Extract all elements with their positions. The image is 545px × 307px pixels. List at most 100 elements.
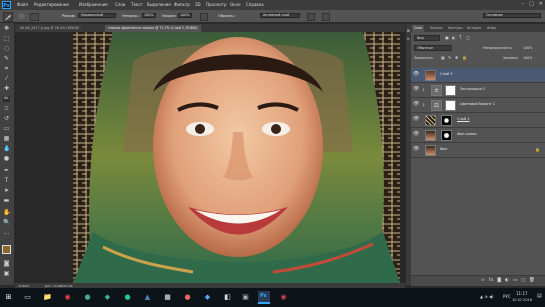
visibility-eye-icon[interactable]: 👁 bbox=[413, 117, 419, 122]
layer-row[interactable]: 👁 Фон 🔒 bbox=[411, 143, 545, 158]
tool-preset-picker[interactable] bbox=[3, 12, 13, 22]
quick-mask-icon[interactable]: ◙ bbox=[3, 261, 10, 267]
screen-mode-icon[interactable]: ▣ bbox=[3, 271, 10, 277]
layer-row[interactable]: 👁 ↓ ± Экспозиция 1 bbox=[411, 83, 545, 98]
kind-filter-select[interactable]: Вид bbox=[414, 35, 440, 41]
foreground-color-swatch[interactable] bbox=[2, 245, 11, 254]
filter-shape-icon[interactable]: ▢ bbox=[466, 35, 470, 40]
marquee-tool-icon[interactable]: ⬚ bbox=[3, 36, 10, 42]
brush-panel-toggle[interactable] bbox=[30, 13, 39, 21]
filter-pixel-icon[interactable]: ▣ bbox=[445, 35, 449, 40]
clock-time[interactable]: 11:17 bbox=[516, 291, 528, 296]
doc-tab-1[interactable]: 00.08_2017_0.jpg @ 26.4% (RGB/8) bbox=[17, 25, 83, 32]
lock-pixels-icon[interactable]: ▦ bbox=[441, 55, 445, 60]
new-group-icon[interactable]: ▭ bbox=[513, 278, 517, 283]
airbrush-toggle[interactable] bbox=[200, 13, 208, 21]
menu-image[interactable]: Изображение bbox=[79, 2, 108, 7]
menu-filter[interactable]: Фильтр bbox=[174, 2, 190, 7]
app-icon-2[interactable]: ◆ bbox=[102, 292, 113, 303]
visibility-eye-icon[interactable]: 👁 bbox=[413, 132, 419, 137]
properties-panel-icon[interactable]: ≡ bbox=[407, 36, 410, 41]
document-canvas[interactable] bbox=[73, 32, 400, 283]
task-view-icon[interactable]: ▭ bbox=[22, 292, 33, 303]
crop-tool-icon[interactable]: ⌗ bbox=[3, 66, 10, 72]
app-icon-8[interactable]: ◧ bbox=[222, 292, 233, 303]
tab-layers[interactable]: Слои bbox=[412, 25, 425, 32]
delete-layer-icon[interactable]: 🗑 bbox=[529, 278, 535, 283]
start-button-icon[interactable]: ⊞ bbox=[3, 292, 14, 303]
sample-select[interactable]: Активный слой bbox=[260, 13, 300, 18]
layer-row[interactable]: 👁 ↓ ⚖ Цветовой баланс 1 bbox=[411, 98, 545, 113]
workspace-select[interactable]: Основное bbox=[483, 13, 541, 18]
lock-image-icon[interactable]: ✎ bbox=[448, 55, 451, 60]
mode-select[interactable]: Нормальный bbox=[78, 13, 116, 18]
menu-select[interactable]: Выделение bbox=[147, 2, 171, 7]
notifications-icon[interactable]: ▤ bbox=[537, 293, 542, 299]
move-tool-icon[interactable]: ✥ bbox=[3, 26, 10, 32]
pressure-toggle[interactable] bbox=[322, 13, 330, 21]
zoom-tool-icon[interactable]: 🔍 bbox=[3, 220, 10, 226]
app-icon-7[interactable]: ◆ bbox=[202, 292, 213, 303]
brush-tool-icon[interactable]: ✏ bbox=[3, 96, 10, 102]
fill-value[interactable]: 100% bbox=[523, 56, 532, 60]
menu-type[interactable]: Текст bbox=[131, 2, 143, 7]
new-layer-icon[interactable]: ▢ bbox=[521, 278, 525, 283]
quick-select-tool-icon[interactable]: ✎ bbox=[3, 56, 10, 62]
filter-adjust-icon[interactable]: ◐ bbox=[452, 35, 456, 40]
app-icon-6[interactable]: ● bbox=[182, 292, 193, 303]
file-explorer-icon[interactable]: 📁 bbox=[42, 292, 53, 303]
hand-tool-icon[interactable]: ✋ bbox=[3, 210, 10, 216]
eraser-tool-icon[interactable]: ▭ bbox=[3, 126, 10, 132]
app-icon-1[interactable]: ● bbox=[82, 292, 93, 303]
clock-date[interactable]: 10.07.2016 bbox=[512, 298, 532, 302]
app-icon-4[interactable]: ▲ bbox=[142, 292, 153, 303]
brush-size-picker[interactable] bbox=[18, 13, 25, 19]
blur-tool-icon[interactable]: 💧 bbox=[3, 146, 10, 152]
lock-all-icon[interactable]: 🔒 bbox=[462, 55, 467, 60]
layer-style-icon[interactable]: fx bbox=[489, 278, 493, 283]
dodge-tool-icon[interactable]: ● bbox=[3, 156, 10, 162]
tab-history[interactable]: История bbox=[465, 25, 483, 32]
visibility-eye-icon[interactable]: 👁 bbox=[413, 87, 419, 92]
browser-icon[interactable]: ◉ bbox=[62, 292, 73, 303]
app-icon-9[interactable]: ▣ bbox=[240, 292, 251, 303]
tab-channels[interactable]: Каналы bbox=[428, 25, 445, 32]
type-tool-icon[interactable]: T bbox=[3, 178, 10, 184]
link-layers-icon[interactable]: ∞ bbox=[481, 278, 485, 283]
visibility-eye-icon[interactable]: 👁 bbox=[413, 102, 419, 107]
filter-type-icon[interactable]: T bbox=[459, 35, 461, 40]
maximize-button[interactable]: □ bbox=[529, 1, 534, 7]
ignore-adjustments-toggle[interactable] bbox=[307, 13, 315, 21]
visibility-eye-icon[interactable]: 👁 bbox=[413, 147, 419, 152]
menu-3d[interactable]: 3D bbox=[195, 2, 201, 7]
healing-tool-icon[interactable]: ✚ bbox=[3, 86, 10, 92]
layer-row[interactable]: 👁 Фон копия bbox=[411, 128, 545, 143]
doc-tab-2[interactable]: снимок фрагмента экрана @ 72.7% (Слой 2,… bbox=[105, 25, 201, 32]
app-icon-5[interactable]: ■ bbox=[162, 292, 173, 303]
flow-field[interactable]: 100% bbox=[178, 13, 192, 18]
stamp-tool-icon[interactable]: ⎍ bbox=[3, 106, 10, 112]
menu-view[interactable]: Просмотр bbox=[206, 2, 227, 7]
language-indicator[interactable]: РУС bbox=[503, 294, 511, 299]
layer-opacity-value[interactable]: 100% bbox=[523, 46, 532, 50]
menu-help[interactable]: Справка bbox=[246, 2, 264, 7]
minimize-button[interactable]: – bbox=[522, 1, 525, 7]
layer-row[interactable]: 👁 Слой 3 bbox=[411, 68, 545, 83]
pen-tool-icon[interactable]: ✒ bbox=[3, 168, 10, 174]
history-panel-icon[interactable]: ⊞ bbox=[407, 28, 410, 33]
close-button[interactable]: ✕ bbox=[539, 1, 543, 7]
new-adjustment-icon[interactable]: ◐ bbox=[505, 278, 509, 283]
app-icon-3[interactable]: ● bbox=[122, 292, 133, 303]
menu-layers[interactable]: Слои bbox=[115, 2, 125, 7]
blend-mode-select[interactable]: Обычные bbox=[414, 45, 452, 51]
history-brush-tool-icon[interactable]: ↺ bbox=[3, 116, 10, 122]
zoom-level[interactable]: 72.69% bbox=[18, 284, 29, 288]
app-icon-10[interactable]: ◉ bbox=[278, 292, 289, 303]
menu-file[interactable]: Файл bbox=[17, 2, 28, 7]
shape-tool-icon[interactable]: ▬ bbox=[3, 198, 10, 204]
photoshop-taskbar-button[interactable]: Ps bbox=[258, 291, 270, 304]
gradient-tool-icon[interactable]: ▦ bbox=[3, 136, 10, 142]
lasso-tool-icon[interactable]: ◌ bbox=[3, 46, 10, 52]
more-tools-icon[interactable]: … bbox=[3, 230, 10, 236]
tab-paths[interactable]: Контуры bbox=[446, 25, 465, 32]
